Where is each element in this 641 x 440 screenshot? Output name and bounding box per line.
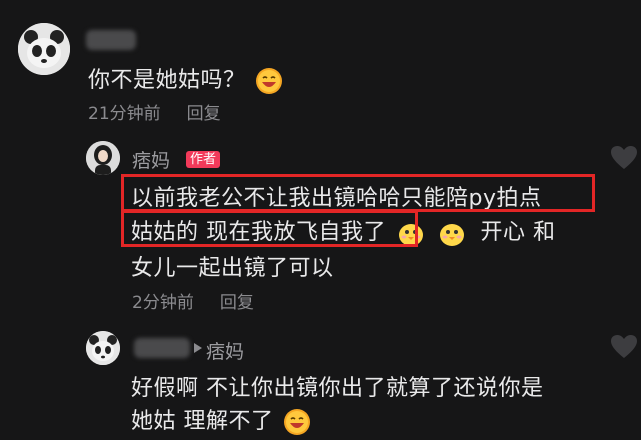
reply-button[interactable]: 回复 bbox=[220, 293, 254, 313]
heart-icon[interactable] bbox=[610, 145, 638, 171]
avatar[interactable] bbox=[86, 331, 120, 365]
comment-meta: 21分钟前 回复 bbox=[88, 99, 221, 124]
chick-emoji-icon bbox=[440, 224, 464, 246]
author-name[interactable]: 痞妈 bbox=[132, 146, 170, 173]
avatar[interactable] bbox=[18, 23, 70, 75]
avatar[interactable] bbox=[86, 141, 120, 175]
highlight-box bbox=[121, 210, 418, 247]
author-name-redacted bbox=[86, 30, 136, 50]
heart-icon[interactable] bbox=[610, 334, 638, 360]
grinning-emoji-icon bbox=[284, 409, 310, 435]
comment-text: 你不是她姑吗？ bbox=[88, 62, 283, 95]
highlight-box bbox=[121, 174, 595, 212]
comment-meta: 2分钟前 回复 bbox=[132, 288, 254, 313]
comment-text-line: 女儿一起出镜了可以 bbox=[131, 256, 334, 281]
grinning-emoji-icon bbox=[256, 68, 283, 94]
author-badge: 作者 bbox=[186, 151, 221, 168]
comment-text-line: 好假啊 不让你出镜你出了就算了还说你是 bbox=[131, 376, 544, 401]
comment-text-line: 她姑 理解不了 bbox=[131, 403, 311, 436]
triangle-right-icon bbox=[194, 343, 202, 353]
timestamp: 21分钟前 bbox=[88, 104, 161, 124]
timestamp: 2分钟前 bbox=[132, 293, 194, 313]
author-name-redacted bbox=[134, 338, 190, 358]
reply-target-name[interactable]: 痞妈 bbox=[206, 337, 244, 364]
reply-button[interactable]: 回复 bbox=[187, 104, 221, 124]
